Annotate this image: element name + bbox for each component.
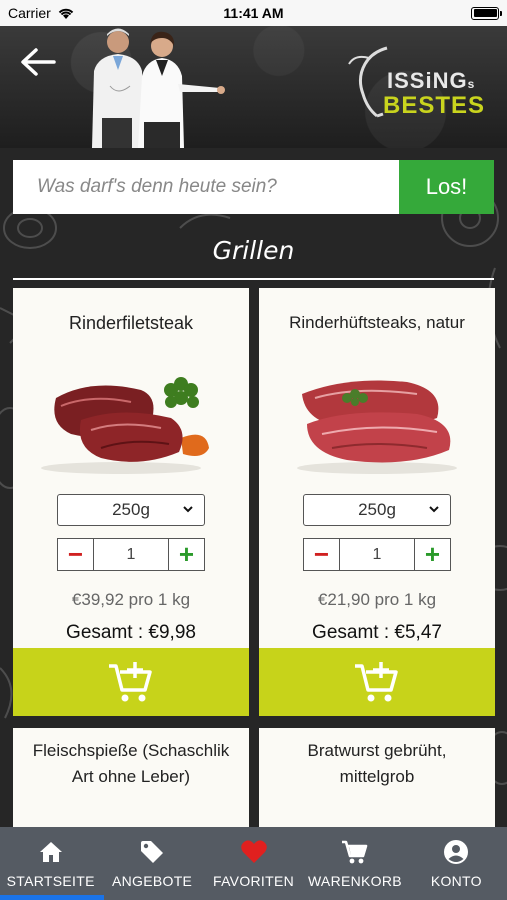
unit-price: €39,92 pro 1 kg bbox=[71, 590, 191, 609]
add-to-cart-button[interactable] bbox=[13, 648, 249, 716]
product-listing: Was darf's denn heute sein? Los! Grillen… bbox=[0, 148, 507, 827]
header-banner: ISSiNGs BESTES bbox=[0, 26, 507, 148]
butchers-photo bbox=[92, 28, 225, 148]
status-bar: Carrier 11:41 AM bbox=[0, 0, 507, 26]
back-arrow-icon[interactable] bbox=[18, 46, 58, 78]
account-icon bbox=[444, 840, 469, 864]
decrease-quantity-button[interactable]: − bbox=[58, 539, 94, 570]
logo-text-line1: ISSiNG bbox=[387, 68, 468, 93]
product-name: Rinderfiletsteak bbox=[68, 313, 194, 333]
product-card[interactable]: Fleischspieße (Schaschlik Art ohne Leber… bbox=[13, 728, 249, 827]
cart-icon bbox=[341, 840, 368, 864]
weight-value: 250g bbox=[112, 500, 150, 519]
active-tab-indicator bbox=[0, 895, 104, 900]
product-card[interactable]: Rinderfiletsteak 250g − 1 + €39,92 pro 1… bbox=[13, 288, 249, 716]
logo-text-suffix: s bbox=[467, 77, 476, 91]
battery-icon bbox=[471, 6, 502, 20]
product-card[interactable]: Rinderhüftsteaks, natur 250g − 1 + €21,9… bbox=[259, 288, 495, 716]
tab-label: FAVORITEN bbox=[213, 873, 295, 889]
category-divider bbox=[13, 278, 494, 280]
search-button[interactable]: Los! bbox=[399, 160, 494, 214]
bottom-tab-bar: STARTSEITE ANGEBOTE FAVORITEN WARENKORB … bbox=[0, 827, 507, 900]
wifi-icon bbox=[58, 8, 74, 19]
tab-angebote[interactable]: ANGEBOTE bbox=[101, 827, 202, 900]
decrease-quantity-button[interactable]: − bbox=[304, 539, 340, 570]
weight-select[interactable]: 250g bbox=[57, 494, 205, 526]
logo-text-line2: BESTES bbox=[383, 92, 486, 119]
chevron-down-icon bbox=[429, 506, 439, 513]
search-input[interactable]: Was darf's denn heute sein? bbox=[13, 160, 399, 214]
category-title: Grillen bbox=[212, 236, 295, 265]
tab-label: WARENKORB bbox=[307, 873, 402, 889]
product-card[interactable]: Bratwurst gebrüht, mittelgrob bbox=[259, 728, 495, 827]
tab-label: STARTSEITE bbox=[6, 873, 95, 889]
increase-quantity-button[interactable]: + bbox=[168, 539, 204, 570]
quantity-stepper: − 1 + bbox=[303, 538, 451, 571]
status-time: 11:41 AM bbox=[223, 5, 284, 21]
heart-icon bbox=[240, 840, 267, 863]
product-image bbox=[41, 377, 209, 474]
home-icon bbox=[39, 842, 62, 862]
chevron-down-icon bbox=[183, 506, 193, 513]
tag-icon bbox=[141, 841, 164, 863]
product-image bbox=[103, 820, 163, 827]
product-name: Bratwurst gebrüht, mittelgrob bbox=[307, 741, 447, 786]
weight-value: 250g bbox=[358, 500, 396, 519]
tab-favoriten[interactable]: FAVORITEN bbox=[203, 827, 304, 900]
tab-label: KONTO bbox=[430, 873, 482, 889]
total-price: Gesamt : €9,98 bbox=[66, 622, 196, 643]
tab-label: ANGEBOTE bbox=[112, 873, 193, 889]
product-image bbox=[297, 380, 457, 474]
increase-quantity-button[interactable]: + bbox=[414, 539, 450, 570]
add-to-cart-icon bbox=[355, 662, 398, 702]
tab-konto[interactable]: KONTO bbox=[406, 827, 507, 900]
add-to-cart-icon bbox=[109, 662, 152, 702]
search-bar: Was darf's denn heute sein? Los! bbox=[13, 160, 494, 214]
carrier-label: Carrier bbox=[8, 5, 51, 21]
quantity-value[interactable]: 1 bbox=[340, 539, 414, 570]
add-to-cart-button[interactable] bbox=[259, 648, 495, 716]
weight-select[interactable]: 250g bbox=[303, 494, 451, 526]
tab-warenkorb[interactable]: WARENKORB bbox=[304, 827, 405, 900]
unit-price: €21,90 pro 1 kg bbox=[317, 590, 437, 609]
quantity-value[interactable]: 1 bbox=[94, 539, 168, 570]
total-price: Gesamt : €5,47 bbox=[312, 622, 442, 643]
quantity-stepper: − 1 + bbox=[57, 538, 205, 571]
product-name: Fleischspieße (Schaschlik Art ohne Leber… bbox=[32, 741, 230, 786]
issings-bestes-logo: ISSiNGs BESTES bbox=[347, 46, 495, 126]
tab-startseite[interactable]: STARTSEITE bbox=[0, 827, 101, 900]
product-name: Rinderhüftsteaks, natur bbox=[289, 313, 465, 332]
